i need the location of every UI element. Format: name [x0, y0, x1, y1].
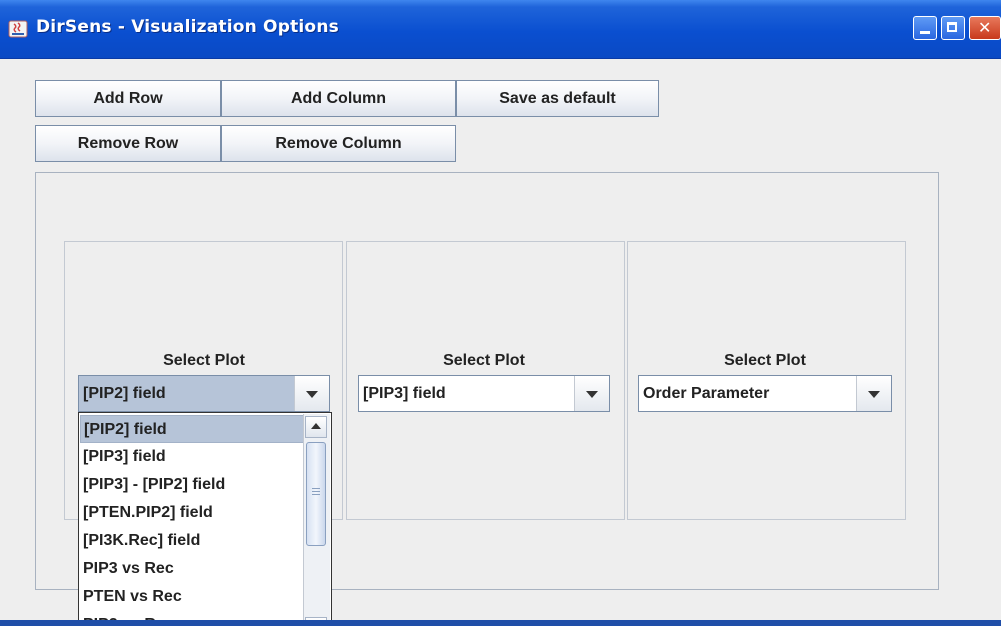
- plot-select-combo-1[interactable]: [PIP2] field: [78, 375, 330, 412]
- grip-line: [312, 494, 320, 495]
- dropdown-option[interactable]: [PIP2] field: [80, 415, 304, 443]
- plot-select-combo-3[interactable]: Order Parameter: [638, 375, 892, 412]
- java-app-icon: [8, 20, 28, 38]
- dropdown-option[interactable]: [PI3K.Rec] field: [80, 527, 304, 555]
- dropdown-scrollbar[interactable]: [303, 414, 330, 626]
- dropdown-option[interactable]: PTEN vs Rec: [80, 583, 304, 611]
- visualization-options-window: DirSens - Visualization Options ✕ Add Ro…: [0, 0, 1001, 626]
- close-button[interactable]: ✕: [969, 16, 1001, 40]
- grip-line: [312, 488, 320, 489]
- minimize-button[interactable]: [913, 16, 937, 40]
- close-icon: ✕: [978, 18, 992, 37]
- select-plot-label: Select Plot: [443, 352, 525, 369]
- dropdown-option[interactable]: PIP3 vs Rec: [80, 555, 304, 583]
- chevron-down-icon[interactable]: [574, 376, 609, 411]
- remove-column-button[interactable]: Remove Column: [221, 125, 456, 162]
- dropdown-option[interactable]: [PTEN.PIP2] field: [80, 499, 304, 527]
- window-title: DirSens - Visualization Options: [36, 17, 339, 37]
- select-plot-label: Select Plot: [724, 352, 806, 369]
- combo-value: Order Parameter: [643, 385, 770, 402]
- scrollbar-thumb[interactable]: [306, 442, 326, 546]
- title-bar[interactable]: DirSens - Visualization Options ✕: [0, 0, 1001, 59]
- select-plot-label: Select Plot: [163, 352, 245, 369]
- add-row-button[interactable]: Add Row: [35, 80, 221, 117]
- add-column-button[interactable]: Add Column: [221, 80, 456, 117]
- dropdown-option[interactable]: [PIP3] field: [80, 443, 304, 471]
- plot-dropdown-list[interactable]: [PIP2] field [PIP3] field [PIP3] - [PIP2…: [78, 412, 332, 626]
- combo-value: [PIP2] field: [83, 385, 166, 402]
- chevron-down-icon[interactable]: [294, 376, 329, 411]
- plot-select-combo-2[interactable]: [PIP3] field: [358, 375, 610, 412]
- remove-row-button[interactable]: Remove Row: [35, 125, 221, 162]
- combo-value: [PIP3] field: [363, 385, 446, 402]
- grip-line: [312, 491, 320, 492]
- window-bottom-edge: [0, 620, 1001, 626]
- scroll-up-icon[interactable]: [305, 416, 327, 438]
- dropdown-option[interactable]: [PIP3] - [PIP2] field: [80, 471, 304, 499]
- maximize-button[interactable]: [941, 16, 965, 40]
- chevron-down-icon[interactable]: [856, 376, 891, 411]
- save-as-default-button[interactable]: Save as default: [456, 80, 659, 117]
